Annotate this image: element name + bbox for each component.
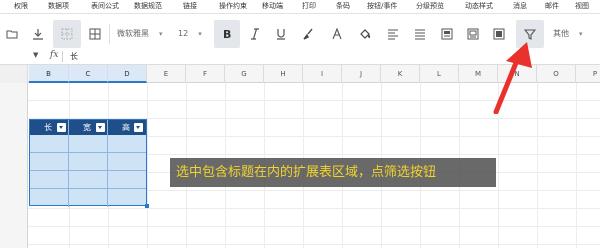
table-cell[interactable]: [108, 135, 146, 153]
header-label: 高: [122, 123, 130, 132]
name-box-dropdown-icon[interactable]: ▼: [33, 51, 38, 59]
menu-tab[interactable]: 打印: [302, 0, 316, 13]
menu-tab[interactable]: 操作约束: [219, 0, 247, 13]
extended-table[interactable]: 长 宽 高: [29, 119, 147, 207]
gridline: [147, 83, 148, 248]
chevron-down-icon: ▾: [198, 30, 202, 38]
menu-tab[interactable]: 分级预览: [416, 0, 444, 13]
menu-tab[interactable]: 数据规范: [134, 0, 162, 13]
table-cell[interactable]: [108, 171, 146, 189]
download-icon[interactable]: [28, 20, 48, 48]
border-icon[interactable]: [53, 20, 81, 48]
menu-tab[interactable]: 数据项: [48, 0, 69, 13]
table-cell[interactable]: [69, 189, 108, 207]
menu-tab[interactable]: 表间公式: [91, 0, 119, 13]
column-header[interactable]: H: [264, 65, 303, 83]
align-icon[interactable]: [383, 20, 403, 48]
other-label: 其他: [553, 29, 569, 38]
table-cell[interactable]: [30, 171, 69, 189]
svg-text:B: B: [223, 28, 231, 40]
filter-dropdown-icon[interactable]: [96, 123, 105, 132]
filter-dropdown-icon[interactable]: [57, 123, 66, 132]
merge-cell-icon[interactable]: [410, 20, 430, 48]
annotation-arrow-icon: [493, 42, 532, 114]
row-header-strip: [0, 83, 28, 248]
menu-tab[interactable]: 权限: [14, 0, 28, 13]
table-cell[interactable]: [108, 153, 146, 171]
selection-handle[interactable]: [145, 204, 149, 208]
menu-tab[interactable]: 按钮/事件: [367, 0, 397, 13]
divider: [62, 51, 63, 62]
table-header-cell[interactable]: 长: [30, 120, 69, 135]
column-header-c[interactable]: C: [69, 65, 108, 83]
table-cell[interactable]: [30, 135, 69, 153]
column-header[interactable]: I: [303, 65, 342, 83]
font-color-icon[interactable]: [327, 20, 347, 48]
menu-tab[interactable]: 链接: [183, 0, 197, 13]
menu-bar: 权限 数据项 表间公式 数据规范 链接 操作约束 移动端 打印 条码 按钮/事件…: [0, 0, 600, 14]
table-header-cell[interactable]: 高: [108, 120, 146, 135]
column-header[interactable]: E: [147, 65, 186, 83]
table-cell[interactable]: [30, 153, 69, 171]
column-header[interactable]: O: [537, 65, 576, 83]
menu-tab[interactable]: 移动端: [262, 0, 283, 13]
fx-icon: fx: [50, 50, 59, 60]
image-icon[interactable]: [437, 20, 457, 48]
font-size-value: 12: [178, 29, 189, 38]
divider: [109, 24, 110, 44]
column-header[interactable]: F: [186, 65, 225, 83]
table-cell[interactable]: [69, 153, 108, 171]
column-header[interactable]: L: [420, 65, 459, 83]
column-header[interactable]: G: [225, 65, 264, 83]
gridline: [28, 226, 600, 227]
formula-input[interactable]: 长: [70, 51, 78, 62]
menu-tab[interactable]: 消息: [513, 0, 527, 13]
format-painter-icon[interactable]: [298, 20, 318, 48]
chevron-down-icon: ▾: [579, 30, 583, 38]
menu-tab[interactable]: 邮件: [545, 0, 559, 13]
column-header[interactable]: J: [342, 65, 381, 83]
open-icon[interactable]: [2, 20, 22, 48]
chevron-down-icon: ▾: [159, 30, 163, 38]
header-label: 宽: [83, 123, 91, 132]
table-icon[interactable]: [85, 20, 105, 48]
instruction-caption: 选中包含标题在内的扩展表区域，点筛选按钮: [170, 158, 496, 187]
font-family-select[interactable]: 微软雅黑 ▾: [117, 27, 177, 41]
menu-tab[interactable]: 动态样式: [465, 0, 493, 13]
column-header[interactable]: P: [576, 65, 600, 83]
table-cell[interactable]: [69, 135, 108, 153]
column-header-d[interactable]: D: [108, 65, 147, 83]
column-header-b[interactable]: B: [29, 65, 69, 83]
italic-icon[interactable]: [245, 20, 265, 48]
font-family-value: 微软雅黑: [117, 29, 149, 38]
table-header-cell[interactable]: 宽: [69, 120, 108, 135]
gridline: [576, 83, 577, 248]
bold-icon[interactable]: B: [214, 20, 240, 48]
menu-tab[interactable]: 条码: [336, 0, 350, 13]
other-dropdown[interactable]: 其他 ▾: [553, 27, 598, 41]
corner-cell[interactable]: [0, 65, 28, 83]
menu-tab[interactable]: 视图: [575, 0, 589, 13]
column-header[interactable]: K: [381, 65, 420, 83]
font-size-select[interactable]: 12 ▾: [178, 27, 208, 41]
table-cell[interactable]: [69, 171, 108, 189]
filter-dropdown-icon[interactable]: [134, 123, 143, 132]
table-cell[interactable]: [30, 189, 69, 207]
gridline: [28, 208, 600, 209]
underline-icon[interactable]: [271, 20, 291, 48]
fill-color-icon[interactable]: [355, 20, 375, 48]
gridline: [28, 244, 600, 245]
table-cell[interactable]: [108, 189, 146, 207]
panel-icon[interactable]: [463, 20, 483, 48]
header-label: 长: [44, 123, 52, 132]
